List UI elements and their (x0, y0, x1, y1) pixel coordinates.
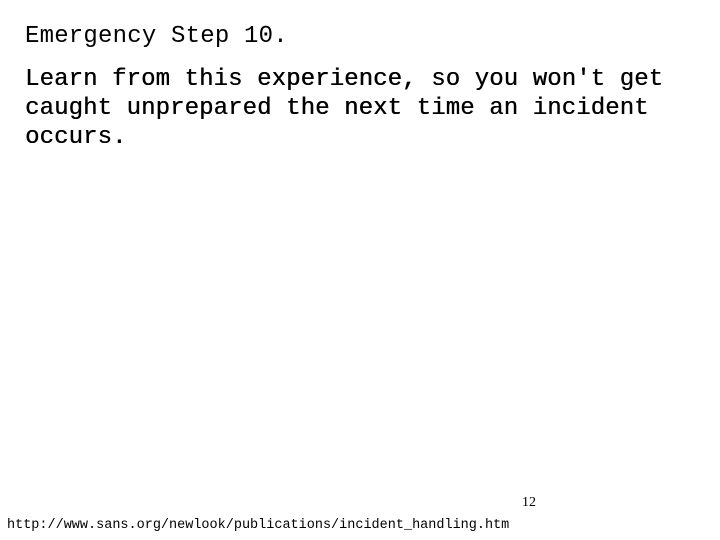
slide-body: Learn from this experience, so you won't… (25, 65, 705, 152)
body-line: occurs. (25, 124, 127, 151)
body-line: caught unprepared the next time an incid… (25, 95, 649, 122)
body-line: Learn from this experience, so you won't… (25, 66, 664, 93)
page-number: 12 (522, 495, 536, 510)
slide-title: Emergency Step 10. (25, 23, 288, 50)
source-url: http://www.sans.org/newlook/publications… (7, 518, 510, 533)
